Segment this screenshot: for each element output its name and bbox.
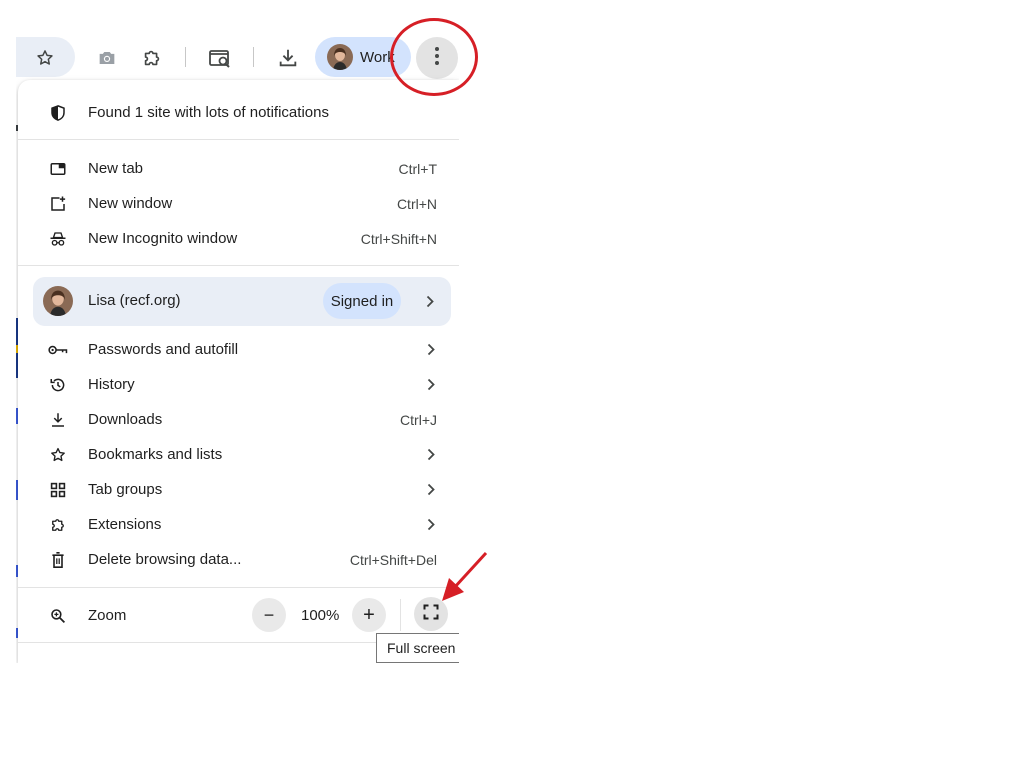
chrome-main-menu: Found 1 site with lots of notifications … xyxy=(18,80,459,663)
new-tab-label: New tab xyxy=(88,160,144,177)
new-incognito-item[interactable]: New Incognito window Ctrl+Shift+N xyxy=(18,221,459,256)
tab-groups-item[interactable]: Tab groups xyxy=(18,472,459,507)
download-icon xyxy=(48,410,68,430)
delete-data-label: Delete browsing data... xyxy=(88,551,242,568)
new-incognito-shortcut: Ctrl+Shift+N xyxy=(360,230,437,247)
zoom-value: 100% xyxy=(301,607,340,624)
incognito-icon xyxy=(48,229,68,249)
new-window-item[interactable]: New window Ctrl+N xyxy=(18,186,459,221)
bookmarks-item[interactable]: Bookmarks and lists xyxy=(18,437,459,472)
shield-icon xyxy=(48,103,68,123)
new-window-label: New window xyxy=(88,195,173,212)
toolbar-separator xyxy=(253,47,254,67)
history-icon xyxy=(48,375,68,395)
star-outline-icon xyxy=(48,445,68,465)
downloads-shortcut: Ctrl+J xyxy=(400,411,437,428)
passwords-label: Passwords and autofill xyxy=(88,341,239,358)
chevron-right-icon xyxy=(425,517,437,533)
passwords-item[interactable]: Passwords and autofill xyxy=(18,332,459,367)
downloads-label: Downloads xyxy=(88,411,163,428)
annotation-circle xyxy=(390,18,478,96)
extensions-label: Extensions xyxy=(88,516,162,533)
new-window-icon xyxy=(48,194,68,214)
chevron-right-icon xyxy=(425,482,437,498)
bookmarks-label: Bookmarks and lists xyxy=(88,446,223,463)
notification-text: Found 1 site with lots of notifications xyxy=(88,104,329,121)
key-icon xyxy=(48,340,68,360)
zoom-in-button[interactable]: + xyxy=(352,598,386,632)
new-tab-icon xyxy=(48,159,68,179)
download-icon[interactable] xyxy=(274,44,302,72)
new-incognito-label: New Incognito window xyxy=(88,230,238,247)
chevron-right-icon xyxy=(425,377,437,393)
new-tab-shortcut: Ctrl+T xyxy=(398,160,438,177)
avatar xyxy=(327,44,353,70)
chevron-right-icon xyxy=(424,293,436,309)
zoom-item: Zoom xyxy=(18,598,459,633)
page-search-icon[interactable] xyxy=(206,44,234,72)
delete-browsing-data-item[interactable]: Delete browsing data... Ctrl+Shift+Del xyxy=(18,542,459,577)
plus-icon: + xyxy=(363,603,375,626)
trash-icon xyxy=(48,550,68,570)
full-screen-tooltip: Full screen xyxy=(376,633,459,663)
menu-divider xyxy=(18,265,459,266)
star-outline-icon xyxy=(31,44,59,72)
puzzle-icon xyxy=(48,515,68,535)
chevron-right-icon xyxy=(425,342,437,358)
downloads-item[interactable]: Downloads Ctrl+J xyxy=(18,402,459,437)
chevron-right-icon xyxy=(425,447,437,463)
annotation-arrow xyxy=(442,551,488,601)
tab-groups-label: Tab groups xyxy=(88,481,163,498)
camera-icon[interactable] xyxy=(93,44,121,72)
toolbar-separator xyxy=(185,47,186,67)
zoom-separator xyxy=(400,599,401,631)
history-item[interactable]: History xyxy=(18,367,459,402)
signed-in-badge: Signed in xyxy=(323,283,401,319)
delete-data-shortcut: Ctrl+Shift+Del xyxy=(349,551,437,568)
zoom-out-button[interactable]: − xyxy=(252,598,286,632)
puzzle-icon[interactable] xyxy=(138,44,166,72)
bookmark-star-button[interactable] xyxy=(16,37,75,77)
avatar xyxy=(43,286,73,316)
new-tab-item[interactable]: New tab Ctrl+T xyxy=(18,151,459,186)
zoom-label: Zoom xyxy=(88,607,127,624)
grid-icon xyxy=(48,480,68,500)
history-label: History xyxy=(88,376,135,393)
extensions-item[interactable]: Extensions xyxy=(18,507,459,542)
profile-name: Lisa (recf.org) xyxy=(88,292,181,309)
notification-warning-item[interactable]: Found 1 site with lots of notifications xyxy=(18,95,459,130)
menu-divider xyxy=(18,139,459,140)
profile-item[interactable]: Lisa (recf.org) Signed in xyxy=(33,277,451,326)
browser-crop: Work Found 1 site with lots of notificat… xyxy=(16,0,459,663)
new-window-shortcut: Ctrl+N xyxy=(396,195,437,212)
zoom-icon xyxy=(48,606,68,626)
minus-icon: − xyxy=(263,604,275,625)
menu-divider xyxy=(18,587,459,588)
